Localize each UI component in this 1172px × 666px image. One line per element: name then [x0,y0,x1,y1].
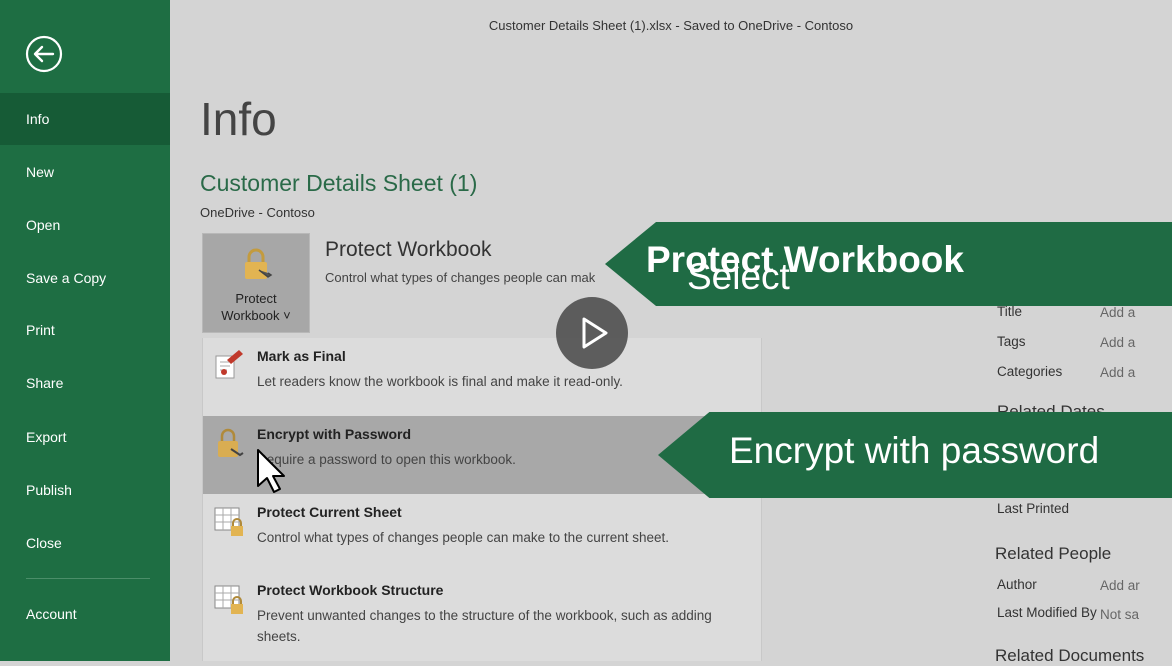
sidebar-item-account[interactable]: Account [0,588,170,640]
protect-label-line1: Protect [235,291,277,306]
menu-item-mark-as-final[interactable]: Mark as Final Let readers know the workb… [203,338,761,416]
menu-item-title: Protect Current Sheet [257,504,402,520]
protect-workbook-menu: Mark as Final Let readers know the workb… [202,338,762,661]
protect-workbook-description: Control what types of changes people can… [325,270,595,285]
callout-text: Select [687,256,790,297]
sheet-lock-icon [213,506,247,545]
related-people-heading: Related People [995,544,1112,563]
property-categories-value[interactable]: Add a [1100,365,1135,380]
menu-item-desc: Control what types of changes people can… [257,530,669,545]
protect-label-line2: Workbook ˅ [221,308,291,323]
sidebar-item-close[interactable]: Close [0,517,170,569]
menu-item-title: Mark as Final [257,348,346,364]
callout-text: Encrypt with password [729,430,1100,471]
play-icon [582,317,608,349]
sidebar-item-share[interactable]: Share [0,357,170,409]
property-categories-label: Categories [997,364,1063,379]
page-title: Info [200,93,277,145]
menu-item-protect-current-sheet[interactable]: Protect Current Sheet Control what types… [203,494,761,572]
property-last-modified-label: Last Modified By [997,605,1097,620]
file-location: OneDrive - Contoso [200,205,315,220]
protect-workbook-button[interactable]: Protect Workbook ˅ [202,233,310,333]
mark-as-final-icon [213,348,245,385]
sidebar-item-open[interactable]: Open [0,199,170,251]
sidebar-item-export[interactable]: Export [0,411,170,463]
sidebar-item-info[interactable]: Info [0,93,170,145]
protect-workbook-label: Protect Workbook ˅ [203,290,309,324]
property-last-modified-value: Not sa [1100,607,1140,622]
sidebar-item-new[interactable]: New [0,146,170,198]
property-tags-label: Tags [997,334,1026,349]
property-title-value[interactable]: Add a [1100,305,1135,320]
back-arrow-icon[interactable] [24,34,64,74]
property-tags-value[interactable]: Add a [1100,335,1135,350]
workbook-lock-icon [213,584,247,623]
file-name: Customer Details Sheet (1) [200,170,478,196]
menu-item-protect-workbook-structure[interactable]: Protect Workbook Structure Prevent unwan… [203,572,761,661]
mouse-pointer-icon [256,448,286,499]
property-author-value[interactable]: Add ar [1100,578,1140,593]
sidebar-item-print[interactable]: Print [0,304,170,356]
lock-key-icon [239,248,273,287]
sidebar-item-publish[interactable]: Publish [0,464,170,516]
sidebar-item-save-a-copy[interactable]: Save a Copy [0,252,170,304]
menu-item-title: Encrypt with Password [257,426,412,442]
property-last-printed-label: Last Printed [997,501,1070,516]
property-title-label: Title [997,304,1023,319]
backstage-sidebar: Info New Open Save a Copy Print Share Ex… [0,0,170,661]
lock-key-icon [213,428,245,465]
callout-encrypt-with-password: Encrypt with password [658,412,1172,498]
related-documents-heading: Related Documents [995,646,1145,665]
menu-item-desc: Prevent unwanted changes to the structur… [257,608,712,644]
menu-item-desc: Let readers know the workbook is final a… [257,374,623,389]
menu-item-title: Protect Workbook Structure [257,582,444,598]
protect-workbook-heading: Protect Workbook [325,238,492,261]
callout-select-protect-workbook: Select Protect Workbook [605,222,1172,306]
play-button[interactable] [556,297,628,369]
window-title: Customer Details Sheet (1).xlsx - Saved … [488,18,854,33]
sidebar-divider [26,578,150,579]
info-panel: Customer Details Sheet (1).xlsx - Saved … [170,0,1172,665]
property-author-label: Author [997,577,1037,592]
